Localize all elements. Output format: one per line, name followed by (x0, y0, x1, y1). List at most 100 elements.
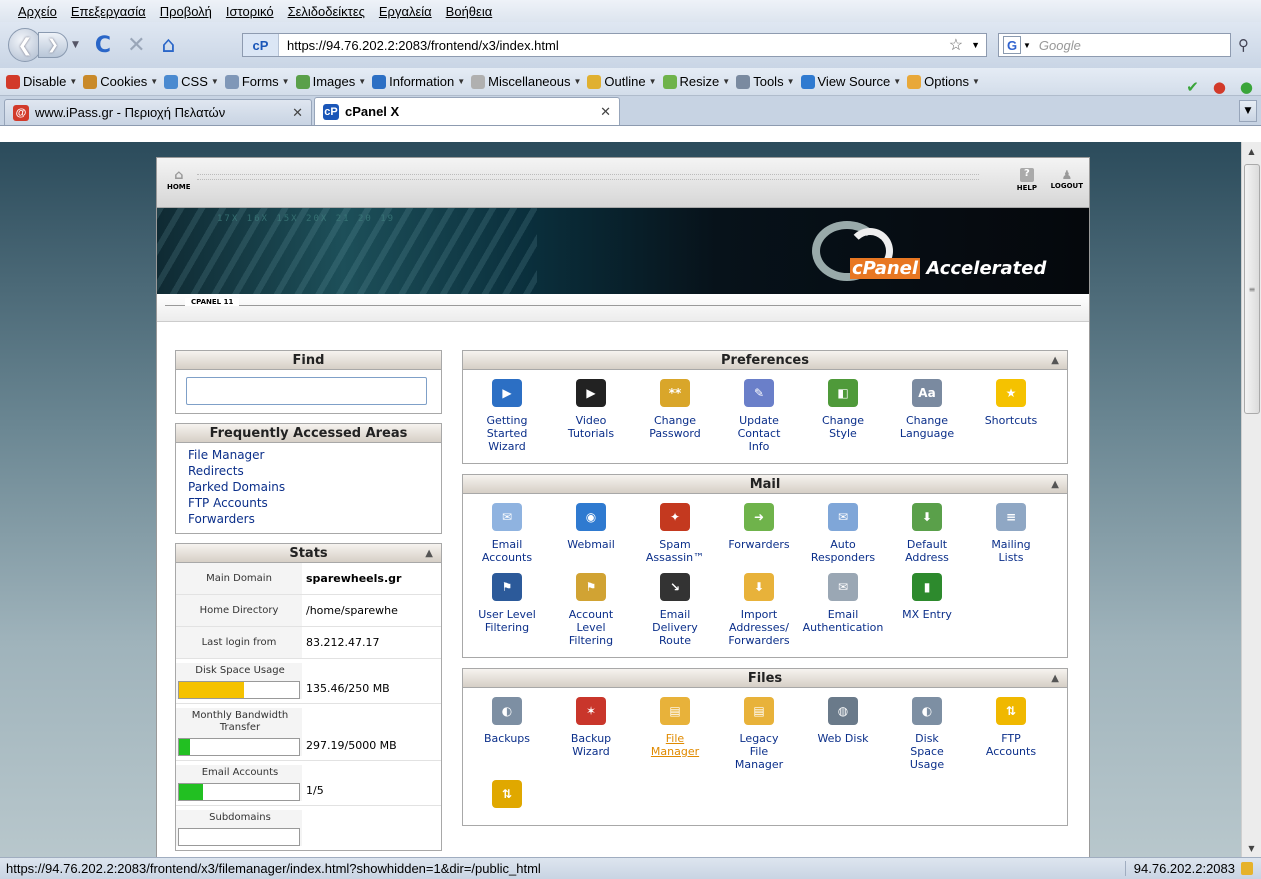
cpanel-item[interactable]: ◐ Disk Space Usage (885, 694, 969, 777)
reload-icon[interactable]: C (95, 33, 111, 58)
error-icon[interactable]: ● (1213, 78, 1226, 96)
menu-item[interactable]: Σελιδοδείκτες (288, 4, 365, 19)
stats-title[interactable]: Stats ▲ (176, 544, 441, 563)
cpanel-item[interactable]: ⚑ Account Level Filtering (549, 570, 633, 653)
forward-button[interactable]: ❯ (38, 32, 68, 58)
collapse-arrow-icon[interactable]: ▲ (1051, 351, 1059, 370)
cpanel-item[interactable]: ✶ Backup Wizard (549, 694, 633, 777)
menu-item[interactable]: Επεξεργασία (71, 4, 146, 19)
cpanel-item[interactable]: ◍ Web Disk (801, 694, 885, 777)
panel-title[interactable]: Files ▲ (463, 669, 1067, 688)
site-identity-icon[interactable]: cP (243, 34, 279, 56)
collapse-arrow-icon[interactable]: ▲ (1051, 669, 1059, 688)
scroll-down-icon[interactable]: ▼ (1242, 839, 1261, 857)
toolbar-miscellaneous-menu[interactable]: Miscellaneous ▼ (471, 74, 581, 89)
scroll-up-icon[interactable]: ▲ (1242, 142, 1261, 160)
check-icon[interactable]: ✔ (1186, 78, 1199, 96)
stop-icon[interactable]: ✕ (127, 33, 145, 58)
panel-title[interactable]: Preferences ▲ (463, 351, 1067, 370)
usage-label: Disk Space Usage (195, 665, 285, 676)
cpanel-item[interactable]: ⇅ FTP Accounts (969, 694, 1053, 777)
cpanel-item[interactable]: Aa Change Language (885, 376, 969, 459)
toolbar-view-source-menu[interactable]: View Source ▼ (800, 74, 901, 89)
cpanel-item[interactable]: ✦ Spam Assassin™ (633, 500, 717, 570)
usage-bar (178, 681, 300, 699)
url-bar[interactable]: cP https://94.76.202.2:2083/frontend/x3/… (242, 33, 987, 57)
toolbar-information-menu[interactable]: Information ▼ (372, 74, 465, 89)
cpanel-item[interactable]: ▶ Video Tutorials (549, 376, 633, 459)
toolbar-disable-menu[interactable]: Disable ▼ (6, 74, 77, 89)
find-input[interactable] (186, 377, 427, 405)
close-tab-icon[interactable]: ✕ (600, 104, 611, 120)
back-button[interactable]: ❮ (8, 28, 42, 62)
toolbar-images-menu[interactable]: Images ▼ (295, 74, 366, 89)
usage-bar (178, 738, 300, 756)
menu-item[interactable]: Προβολή (160, 4, 212, 19)
cpanel-item[interactable]: ✉ Email Accounts (465, 500, 549, 570)
toolbar-tools-menu[interactable]: Tools ▼ (736, 74, 795, 89)
cpanel-item[interactable]: ◐ Backups (465, 694, 549, 777)
menu-item[interactable]: Εργαλεία (379, 4, 432, 19)
cpanel-item[interactable]: ✎ Update Contact Info (717, 376, 801, 459)
search-engine-dropdown-icon[interactable]: ▼ (1023, 41, 1031, 50)
history-dropdown-icon[interactable]: ▼ (72, 40, 79, 50)
bookmark-star-icon[interactable]: ☆ (949, 35, 963, 55)
home-link[interactable]: ⌂ HOME (167, 168, 191, 191)
list-all-tabs-button[interactable]: ▼ (1239, 100, 1257, 122)
cpanel-item[interactable]: ✉ Email Authentication (801, 570, 885, 653)
search-bar[interactable]: G ▼ Google (998, 33, 1231, 57)
cpanel-item[interactable]: ◉ Webmail (549, 500, 633, 570)
cpanel-item[interactable]: ⇅ (465, 777, 549, 821)
cpanel-item[interactable]: ★ Shortcuts (969, 376, 1053, 459)
cpanel-item[interactable]: ≡ Mailing Lists (969, 500, 1053, 570)
brand-cpanel: cPanel (850, 258, 921, 279)
cpanel-item[interactable]: ⚑ User Level Filtering (465, 570, 549, 653)
collapse-arrow-icon[interactable]: ▲ (1051, 475, 1059, 494)
cpanel-item[interactable]: ▤ Legacy File Manager (717, 694, 801, 777)
url-dropdown-icon[interactable]: ▼ (971, 40, 980, 50)
cpanel-item[interactable]: ⬇ Import Addresses/ Forwarders (717, 570, 801, 653)
home-icon[interactable]: ⌂ (162, 33, 176, 58)
ftp-icon: ⇅ (996, 697, 1026, 725)
cpanel-item[interactable]: ◧ Change Style (801, 376, 885, 459)
tab-ipass[interactable]: @ www.iPass.gr - Περιοχή Πελατών ✕ (4, 99, 312, 125)
menu-item[interactable]: Βοήθεια (446, 4, 493, 19)
toolbar-options-menu[interactable]: Options ▼ (907, 74, 980, 89)
toolbar-resize-menu[interactable]: Resize ▼ (662, 74, 730, 89)
tab-cpanel[interactable]: cP cPanel X ✕ (314, 97, 620, 125)
url-text[interactable]: https://94.76.202.2:2083/frontend/x3/ind… (279, 38, 949, 53)
help-link[interactable]: ? HELP (1017, 168, 1037, 192)
menu-item[interactable]: Ιστορικό (226, 4, 274, 19)
toolbar-css-menu[interactable]: CSS ▼ (164, 74, 219, 89)
search-go-icon[interactable]: ⚲ (1238, 36, 1249, 54)
toolbar-cookies-menu[interactable]: Cookies ▼ (83, 74, 158, 89)
cpanel-item[interactable]: ⬇ Default Address (885, 500, 969, 570)
search-input[interactable]: Google (1039, 38, 1081, 53)
faa-link[interactable]: Parked Domains (188, 479, 429, 495)
close-tab-icon[interactable]: ✕ (292, 105, 303, 121)
faa-link[interactable]: File Manager (188, 447, 429, 463)
cpanel-item[interactable]: ➜ Forwarders (717, 500, 801, 570)
collapse-arrow-icon[interactable]: ▲ (425, 544, 433, 563)
faa-link[interactable]: Forwarders (188, 511, 429, 527)
cpanel-item[interactable]: ** Change Password (633, 376, 717, 459)
menu-item[interactable]: Αρχείο (18, 4, 57, 19)
toolbar-forms-menu[interactable]: Forms ▼ (224, 74, 290, 89)
cpanel-item[interactable]: ↘ Email Delivery Route (633, 570, 717, 653)
cpanel-item[interactable]: ▮ MX Entry (885, 570, 969, 653)
faa-link[interactable]: Redirects (188, 463, 429, 479)
toolbar-outline-menu[interactable]: Outline ▼ (587, 74, 657, 89)
panel-title[interactable]: Mail ▲ (463, 475, 1067, 494)
logout-link[interactable]: ♟ LOGOUT (1051, 168, 1083, 190)
lock-icon[interactable] (1241, 862, 1253, 875)
stats-box: Stats ▲ Main Domain sparewheels.gr Home Di… (175, 543, 442, 851)
vertical-scrollbar[interactable]: ▲ ≡ ▼ (1241, 142, 1261, 857)
cpanel-item[interactable]: ▤ File Manager (633, 694, 717, 777)
tab-bar: @ www.iPass.gr - Περιοχή Πελατών ✕ cP cP… (0, 96, 1261, 126)
cpanel-item[interactable]: ✉ Auto Responders (801, 500, 885, 570)
scroll-thumb[interactable]: ≡ (1244, 164, 1260, 414)
cpanel-item[interactable]: ▶ Getting Started Wizard (465, 376, 549, 459)
ok-icon[interactable]: ● (1240, 78, 1253, 96)
faa-link[interactable]: FTP Accounts (188, 495, 429, 511)
google-icon[interactable]: G (1003, 36, 1021, 54)
